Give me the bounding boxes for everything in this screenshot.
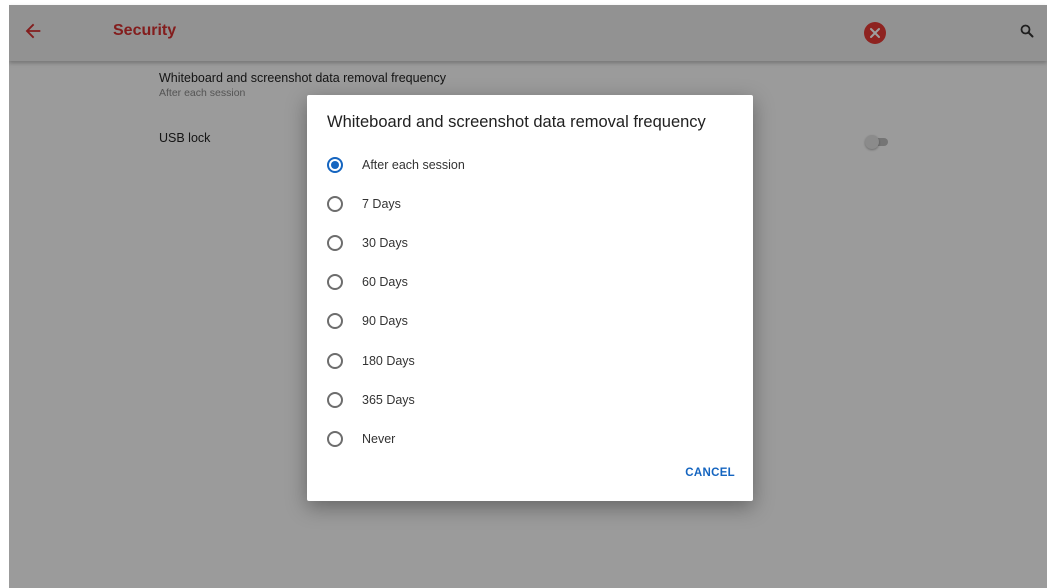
screen: Security Whiteboard and screenshot data …	[0, 0, 1047, 588]
radio-checked-icon	[327, 156, 343, 173]
option-label: 7 Days	[362, 196, 401, 211]
option-7-days[interactable]: 7 Days	[327, 184, 737, 223]
option-label: 30 Days	[362, 235, 408, 250]
radio-icon	[327, 195, 343, 212]
option-365-days[interactable]: 365 Days	[327, 380, 737, 419]
option-30-days[interactable]: 30 Days	[327, 223, 737, 262]
option-label: Never	[362, 431, 396, 446]
cancel-button[interactable]: CANCEL	[685, 467, 735, 479]
option-after-each-session[interactable]: After each session	[327, 145, 737, 184]
security-settings-page: Security Whiteboard and screenshot data …	[9, 5, 1047, 588]
left-edge-strip	[0, 0, 9, 588]
radio-icon	[327, 313, 343, 330]
options-list: After each session 7 Days 30 Days 60 Day…	[327, 145, 737, 459]
option-label: 90 Days	[362, 314, 408, 329]
removal-frequency-dialog: Whiteboard and screenshot data removal f…	[307, 95, 753, 501]
option-never[interactable]: Never	[327, 419, 737, 458]
dialog-title: Whiteboard and screenshot data removal f…	[327, 113, 706, 131]
radio-icon	[327, 391, 343, 408]
option-label: 180 Days	[362, 353, 415, 368]
option-180-days[interactable]: 180 Days	[327, 341, 737, 380]
radio-icon	[327, 274, 343, 291]
option-60-days[interactable]: 60 Days	[327, 263, 737, 302]
radio-icon	[327, 352, 343, 369]
option-label: After each session	[362, 157, 465, 172]
radio-icon	[327, 430, 343, 447]
option-90-days[interactable]: 90 Days	[327, 302, 737, 341]
option-label: 60 Days	[362, 275, 408, 290]
option-label: 365 Days	[362, 392, 415, 407]
radio-icon	[327, 234, 343, 251]
